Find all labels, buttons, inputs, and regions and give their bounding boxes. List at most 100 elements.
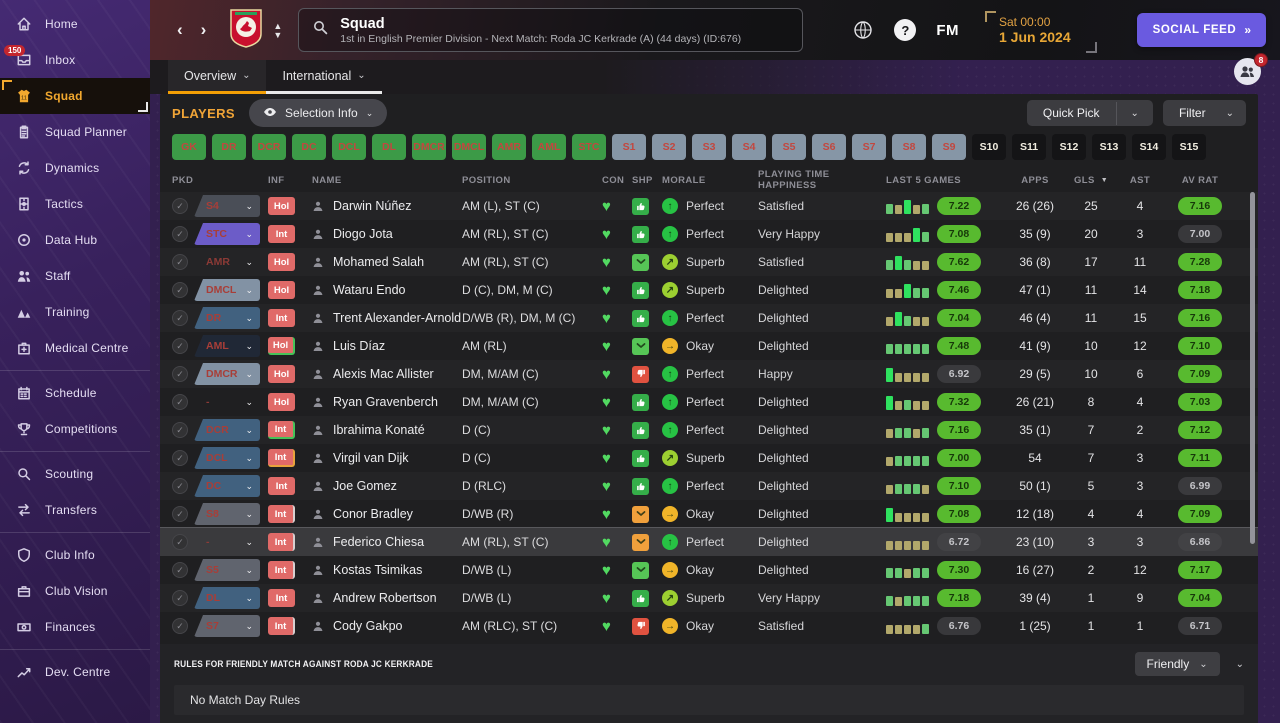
pkd-selection-dropdown[interactable]: STC ⌄ xyxy=(194,223,260,245)
player-row[interactable]: ✓ DR ⌄ Int Trent Alexander-Arnold D/WB (R), D… xyxy=(160,304,1258,332)
position-filter-s5[interactable]: S5 xyxy=(772,134,806,160)
selection-info-dropdown[interactable]: Selection Info ⌄ xyxy=(249,99,388,127)
sidebar-item-tactics[interactable]: Tactics xyxy=(0,186,150,222)
player-row[interactable]: ✓ DCR ⌄ Int Ibrahima Konaté D (C) ♥ ↑ Perfect Del… xyxy=(160,416,1258,444)
info-badge[interactable]: Int xyxy=(268,533,295,551)
position-filter-s15[interactable]: S15 xyxy=(1172,134,1206,160)
col-last5[interactable]: LAST 5 GAMES xyxy=(886,175,1004,186)
cell-name[interactable]: Andrew Robertson xyxy=(312,591,462,605)
player-row[interactable]: ✓ STC ⌄ Int Diogo Jota AM (RL), ST (C) ♥ ↑ Perfe… xyxy=(160,220,1258,248)
picked-checkbox[interactable]: ✓ xyxy=(172,618,188,634)
cell-name[interactable]: Kostas Tsimikas xyxy=(312,563,462,577)
pkd-selection-dropdown[interactable]: DR ⌄ xyxy=(194,307,260,329)
picked-checkbox[interactable]: ✓ xyxy=(172,506,188,522)
social-feed-button[interactable]: SOCIAL FEED » xyxy=(1136,13,1266,47)
sidebar-item-data-hub[interactable]: Data Hub xyxy=(0,222,150,258)
col-avrat[interactable]: AV RAT xyxy=(1164,175,1236,186)
help-icon[interactable]: ? xyxy=(894,19,917,41)
col-con[interactable]: CON xyxy=(602,175,632,186)
picked-checkbox[interactable]: ✓ xyxy=(172,478,188,494)
player-row[interactable]: ✓ S5 ⌄ Int Kostas Tsimikas D/WB (L) ♥ → Okay Deli… xyxy=(160,556,1258,584)
info-badge[interactable]: Int xyxy=(268,617,295,635)
player-row[interactable]: ✓ DC ⌄ Int Joe Gomez D (RLC) ♥ ↑ Perfect Delighte… xyxy=(160,472,1258,500)
player-row[interactable]: ✓ DCL ⌄ Int Virgil van Dijk D (C) ♥ ↗ Superb Deli… xyxy=(160,444,1258,472)
cell-name[interactable]: Virgil van Dijk xyxy=(312,451,462,465)
info-badge[interactable]: Int xyxy=(268,449,295,467)
filter-button[interactable]: Filter ⌄ xyxy=(1162,100,1246,126)
position-filter-s6[interactable]: S6 xyxy=(812,134,846,160)
pkd-selection-dropdown[interactable]: DL ⌄ xyxy=(194,587,260,609)
sidebar-item-club-info[interactable]: Club Info xyxy=(0,537,150,573)
position-filter-s7[interactable]: S7 xyxy=(852,134,886,160)
pkd-selection-dropdown[interactable]: S5 ⌄ xyxy=(194,559,260,581)
info-badge[interactable]: Hol xyxy=(268,365,295,383)
tab-overview[interactable]: Overview ⌄ xyxy=(168,60,267,94)
pkd-selection-dropdown[interactable]: S8 ⌄ xyxy=(194,503,260,525)
pkd-selection-dropdown[interactable]: AMR ⌄ xyxy=(194,251,260,273)
position-filter-dcr[interactable]: DCR xyxy=(252,134,286,160)
sidebar-item-scouting[interactable]: Scouting xyxy=(0,456,150,492)
position-filter-s2[interactable]: S2 xyxy=(652,134,686,160)
cell-name[interactable]: Alexis Mac Allister xyxy=(312,367,462,381)
player-row[interactable]: ✓ - ⌄ Int Federico Chiesa AM (RL), ST (C) ♥ ↑ Pe… xyxy=(160,528,1258,556)
position-filter-s10[interactable]: S10 xyxy=(972,134,1006,160)
sidebar-item-squad-planner[interactable]: Squad Planner xyxy=(0,114,150,150)
player-row[interactable]: ✓ - ⌄ Hol Ryan Gravenberch DM, M/AM (C) ♥ ↑ Perf… xyxy=(160,388,1258,416)
collapse-chevron-icon[interactable]: ⌄ xyxy=(1236,659,1244,670)
pkd-selection-dropdown[interactable]: DMCL ⌄ xyxy=(194,279,260,301)
sidebar-item-transfers[interactable]: Transfers xyxy=(0,492,150,528)
position-filter-dmcl[interactable]: DMCL xyxy=(452,134,486,160)
player-row[interactable]: ✓ S8 ⌄ Int Conor Bradley D/WB (R) ♥ → Okay Deligh… xyxy=(160,500,1258,528)
position-filter-s8[interactable]: S8 xyxy=(892,134,926,160)
position-filter-s13[interactable]: S13 xyxy=(1092,134,1126,160)
col-name[interactable]: NAME xyxy=(312,175,462,186)
team-switcher-chevrons[interactable]: ▲ ▼ xyxy=(273,21,282,39)
info-badge[interactable]: Hol xyxy=(268,253,295,271)
picked-checkbox[interactable]: ✓ xyxy=(172,226,188,242)
game-date[interactable]: Sat 00:00 1 Jun 2024 xyxy=(985,11,1097,53)
info-badge[interactable]: Int xyxy=(268,477,295,495)
cell-name[interactable]: Luis Díaz xyxy=(312,339,462,353)
col-happiness[interactable]: PLAYING TIME HAPPINESS xyxy=(758,169,886,191)
cell-name[interactable]: Joe Gomez xyxy=(312,479,462,493)
info-badge[interactable]: Int xyxy=(268,589,295,607)
info-badge[interactable]: Int xyxy=(268,505,295,523)
cell-name[interactable]: Darwin Núñez xyxy=(312,199,462,213)
position-filter-stc[interactable]: STC xyxy=(572,134,606,160)
info-badge[interactable]: Int xyxy=(268,421,295,439)
pkd-selection-dropdown[interactable]: DCR ⌄ xyxy=(194,419,260,441)
col-pkd[interactable]: PKD xyxy=(172,175,268,186)
position-filter-s4[interactable]: S4 xyxy=(732,134,766,160)
position-filter-amr[interactable]: AMR xyxy=(492,134,526,160)
nav-forward-icon[interactable]: › xyxy=(192,16,216,44)
nav-back-icon[interactable]: ‹ xyxy=(168,16,192,44)
col-inf[interactable]: INF xyxy=(268,175,312,186)
sidebar-item-training[interactable]: Training xyxy=(0,294,150,330)
position-filter-s11[interactable]: S11 xyxy=(1012,134,1046,160)
position-filter-dc[interactable]: DC xyxy=(292,134,326,160)
col-apps[interactable]: APPS xyxy=(1004,175,1066,186)
info-badge[interactable]: Int xyxy=(268,309,295,327)
pkd-selection-dropdown[interactable]: DCL ⌄ xyxy=(194,447,260,469)
sidebar-item-staff[interactable]: Staff xyxy=(0,258,150,294)
col-ast[interactable]: AST xyxy=(1116,175,1164,186)
quick-pick-button[interactable]: Quick Pick ⌄ xyxy=(1026,100,1153,126)
club-crest-icon[interactable] xyxy=(229,8,263,53)
sidebar-item-inbox[interactable]: Inbox 150 xyxy=(0,42,150,78)
player-row[interactable]: ✓ DL ⌄ Int Andrew Robertson D/WB (L) ♥ ↗ Superb V… xyxy=(160,584,1258,612)
picked-checkbox[interactable]: ✓ xyxy=(172,534,188,550)
cell-name[interactable]: Trent Alexander-Arnold xyxy=(312,311,462,325)
player-row[interactable]: ✓ AMR ⌄ Hol Mohamed Salah AM (RL), ST (C) ♥ ↗ Su… xyxy=(160,248,1258,276)
position-filter-s3[interactable]: S3 xyxy=(692,134,726,160)
picked-checkbox[interactable]: ✓ xyxy=(172,282,188,298)
picked-checkbox[interactable]: ✓ xyxy=(172,254,188,270)
sidebar-item-schedule[interactable]: Schedule xyxy=(0,375,150,411)
cell-name[interactable]: Diogo Jota xyxy=(312,227,462,241)
info-badge[interactable]: Int xyxy=(268,561,295,579)
picked-checkbox[interactable]: ✓ xyxy=(172,562,188,578)
sidebar-item-medical-centre[interactable]: Medical Centre xyxy=(0,330,150,366)
cell-name[interactable]: Wataru Endo xyxy=(312,283,462,297)
cell-name[interactable]: Ibrahima Konaté xyxy=(312,423,462,437)
info-badge[interactable]: Hol xyxy=(268,197,295,215)
pkd-selection-dropdown[interactable]: AML ⌄ xyxy=(194,335,260,357)
